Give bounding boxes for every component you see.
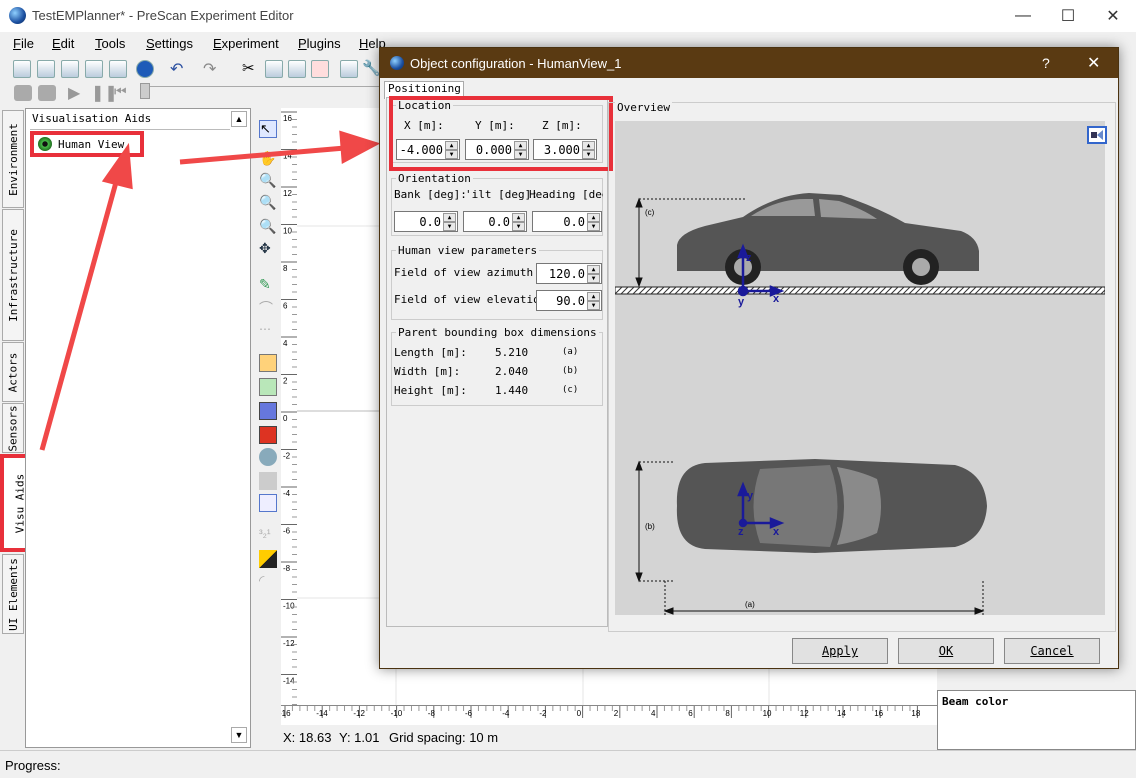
app-icon	[390, 56, 404, 70]
dialog-title: Object configuration - HumanView_1	[410, 56, 622, 71]
bbox-group: Parent bounding box dimensions Length [m…	[391, 326, 603, 406]
height-label: Height [m]:	[394, 384, 467, 397]
ground-line	[615, 286, 1105, 295]
elevation-input[interactable]: 90.0 ▲ ▼	[536, 290, 602, 311]
width-label: Width [m]:	[394, 365, 461, 378]
length-tag: (a)	[562, 347, 579, 357]
height-tag: (c)	[562, 385, 579, 395]
dim-c-label: (c)	[645, 208, 655, 217]
dim-b-label: (b)	[645, 522, 655, 531]
azimuth-input[interactable]: 120.0 ▲ ▼	[536, 263, 602, 284]
length-label: Length [m]:	[394, 346, 467, 359]
heading-input[interactable]: 0.0 ▲ ▼	[532, 211, 602, 232]
car-top-view	[676, 459, 987, 553]
positioning-pane: Location X [m]: Y [m]: Z [m]: -4.000 ▲ ▼ 0…	[386, 96, 613, 627]
axis-x-side: x	[773, 293, 780, 305]
human-view-group: Human view parameters Field of view azim…	[391, 244, 603, 320]
car-side-view	[677, 193, 979, 285]
tilt-label: 'ilt [deg]:	[465, 188, 538, 201]
location-highlight	[389, 96, 613, 171]
overview-diagram: (c) z x y (b) (a) y x z	[615, 121, 1107, 615]
apply-button[interactable]: Apply	[792, 638, 888, 664]
height-value: 1.440	[495, 384, 529, 397]
elevation-label: Field of view elevation	[394, 293, 547, 306]
help-button[interactable]: ?	[1042, 55, 1050, 71]
ok-button[interactable]: OK	[898, 638, 994, 664]
object-config-dialog: Object configuration - HumanView_1 ? ✕ P…	[379, 47, 1119, 669]
azimuth-label: Field of view azimuth [	[394, 266, 547, 279]
cancel-button[interactable]: Cancel	[1004, 638, 1100, 664]
orientation-title: Orientation	[396, 172, 473, 185]
bank-label: Bank [deg]:	[394, 188, 467, 201]
width-value: 2.040	[495, 365, 529, 378]
dialog-close-button[interactable]: ✕	[1087, 53, 1100, 73]
dialog-title-bar: Object configuration - HumanView_1 ? ✕	[380, 48, 1118, 78]
bank-input[interactable]: 0.0 ▲ ▼	[394, 211, 458, 232]
overview-group: Overview (c) z x y (b) (a) y x z	[608, 101, 1116, 632]
orientation-group: Orientation Bank [deg]: 'ilt [deg]: Head…	[391, 172, 603, 236]
axis-z-side: z	[746, 252, 752, 264]
overview-title: Overview	[615, 101, 672, 114]
axis-y-side: y	[738, 296, 745, 308]
heading-label: Heading [deg	[529, 188, 603, 201]
length-value: 5.210	[495, 346, 529, 359]
axis-z-top: z	[738, 526, 744, 538]
bbox-title: Parent bounding box dimensions	[396, 326, 599, 339]
dim-a-label: (a)	[745, 600, 755, 609]
axis-y-top: y	[747, 490, 754, 502]
tilt-input[interactable]: 0.0 ▲ ▼	[463, 211, 527, 232]
width-tag: (b)	[562, 366, 579, 376]
human-view-title: Human view parameters	[396, 244, 540, 257]
axis-x-top: x	[773, 526, 780, 538]
